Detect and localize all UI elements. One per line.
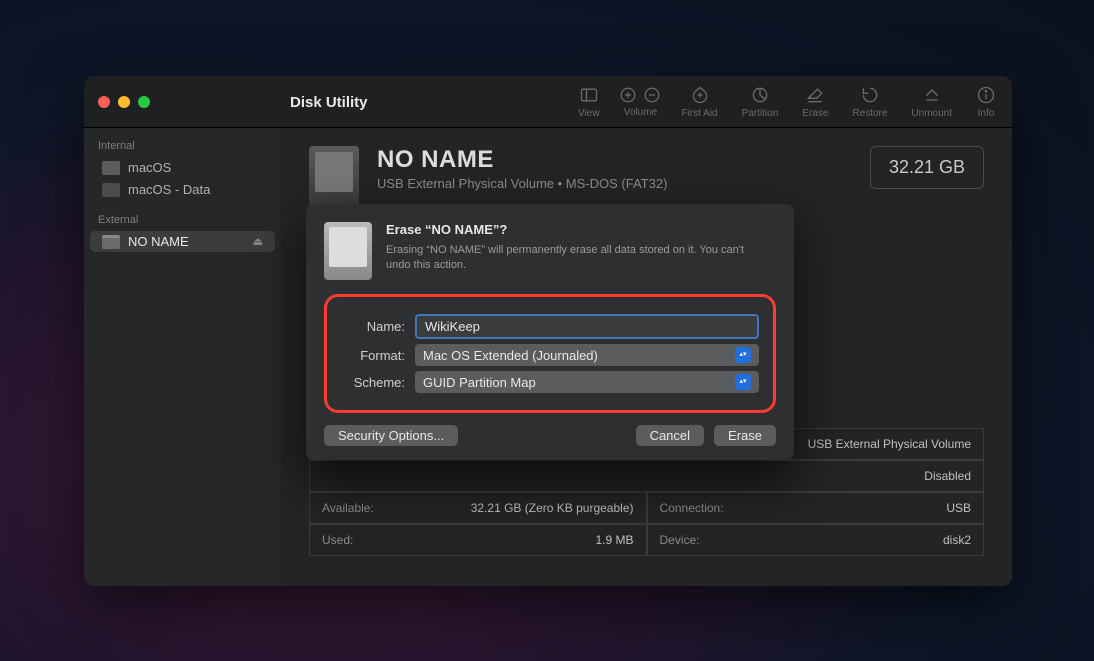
restore-button[interactable]: Restore — [844, 85, 895, 119]
volume-name: NO NAME — [377, 146, 667, 174]
first-aid-icon — [690, 85, 710, 105]
sidebar-icon — [579, 85, 599, 105]
dialog-form-highlight: Name: Format: Mac OS Extended (Journaled… — [324, 294, 776, 413]
select-arrows-icon: ▴▾ — [735, 347, 751, 363]
sidebar-section-internal: Internal — [84, 136, 281, 156]
capacity-badge: 32.21 GB — [870, 146, 984, 189]
window-controls — [84, 96, 150, 108]
unmount-icon — [922, 85, 942, 105]
erase-confirm-button[interactable]: Erase — [714, 425, 776, 446]
format-select[interactable]: Mac OS Extended (Journaled) ▴▾ — [415, 344, 759, 366]
restore-icon — [860, 85, 880, 105]
erase-icon — [805, 85, 825, 105]
volume-remove-icon[interactable] — [643, 86, 661, 104]
sidebar-item-label: NO NAME — [128, 234, 189, 249]
partition-label: Partition — [742, 108, 779, 119]
info-cell-smart: Disabled — [309, 460, 984, 492]
info-cell-connection: Connection: USB — [647, 492, 985, 524]
maximize-button[interactable] — [138, 96, 150, 108]
format-value: Mac OS Extended (Journaled) — [423, 348, 598, 363]
info-icon — [976, 85, 996, 105]
first-aid-button[interactable]: First Aid — [673, 85, 725, 119]
sidebar-item-noname[interactable]: NO NAME ⏏ — [90, 231, 275, 252]
titlebar: Disk Utility View Volume First Aid — [84, 76, 1012, 128]
info-device-label: Device: — [660, 533, 700, 547]
format-row: Format: Mac OS Extended (Journaled) ▴▾ — [335, 344, 759, 366]
first-aid-label: First Aid — [681, 108, 717, 119]
app-title: Disk Utility — [290, 76, 368, 128]
info-smart-value: Disabled — [924, 469, 971, 483]
erase-label: Erase — [802, 108, 828, 119]
name-input[interactable] — [415, 314, 759, 339]
info-available-value: 32.21 GB (Zero KB purgeable) — [471, 501, 634, 515]
sidebar-item-macos-data[interactable]: macOS - Data — [90, 179, 275, 200]
scheme-value: GUID Partition Map — [423, 375, 536, 390]
view-label: View — [578, 108, 600, 119]
info-label: Info — [978, 108, 995, 119]
sidebar-item-macos[interactable]: macOS — [90, 157, 275, 178]
security-options-button[interactable]: Security Options... — [324, 425, 458, 446]
sidebar-section-external: External — [84, 210, 281, 230]
external-disk-icon — [102, 235, 120, 249]
eject-icon[interactable]: ⏏ — [253, 235, 263, 248]
info-connection-value: USB — [946, 501, 971, 515]
info-available-label: Available: — [322, 501, 374, 515]
unmount-label: Unmount — [911, 108, 952, 119]
volume-label: Volume — [624, 107, 657, 118]
scheme-row: Scheme: GUID Partition Map ▴▾ — [335, 371, 759, 393]
drive-icon — [309, 146, 359, 206]
name-row: Name: — [335, 314, 759, 339]
restore-label: Restore — [852, 108, 887, 119]
info-device-value: disk2 — [943, 533, 971, 547]
toolbar: View Volume First Aid Partition — [570, 76, 1004, 128]
disk-icon — [102, 161, 120, 175]
volume-add-icon[interactable] — [619, 86, 637, 104]
unmount-button[interactable]: Unmount — [903, 85, 960, 119]
dialog-title: Erase “NO NAME”? — [386, 222, 766, 237]
info-type-value: USB External Physical Volume — [808, 437, 971, 451]
erase-button[interactable]: Erase — [794, 85, 836, 119]
sidebar: Internal macOS macOS - Data External NO … — [84, 128, 281, 586]
dialog-description: Erasing “NO NAME” will permanently erase… — [386, 243, 766, 274]
name-label: Name: — [335, 319, 405, 334]
format-label: Format: — [335, 348, 405, 363]
info-used-label: Used: — [322, 533, 353, 547]
scheme-label: Scheme: — [335, 375, 405, 390]
dialog-buttons: Security Options... Cancel Erase — [324, 425, 776, 446]
info-button[interactable]: Info — [968, 85, 1004, 119]
sidebar-item-label: macOS — [128, 160, 171, 175]
view-button[interactable]: View — [570, 85, 608, 119]
select-arrows-icon: ▴▾ — [735, 374, 751, 390]
dialog-drive-icon — [324, 222, 372, 280]
volume-subtitle: USB External Physical Volume • MS-DOS (F… — [377, 176, 667, 191]
erase-dialog: Erase “NO NAME”? Erasing “NO NAME” will … — [306, 204, 794, 460]
info-connection-label: Connection: — [660, 501, 724, 515]
scheme-select[interactable]: GUID Partition Map ▴▾ — [415, 371, 759, 393]
partition-button[interactable]: Partition — [734, 85, 787, 119]
sidebar-item-label: macOS - Data — [128, 182, 210, 197]
partition-icon — [750, 85, 770, 105]
cancel-button[interactable]: Cancel — [636, 425, 704, 446]
info-cell-available: Available: 32.21 GB (Zero KB purgeable) — [309, 492, 647, 524]
info-used-value: 1.9 MB — [595, 533, 633, 547]
info-cell-used: Used: 1.9 MB — [309, 524, 647, 556]
minimize-button[interactable] — [118, 96, 130, 108]
volume-icon — [102, 183, 120, 197]
volume-group: Volume — [615, 86, 665, 118]
info-cell-device: Device: disk2 — [647, 524, 985, 556]
close-button[interactable] — [98, 96, 110, 108]
